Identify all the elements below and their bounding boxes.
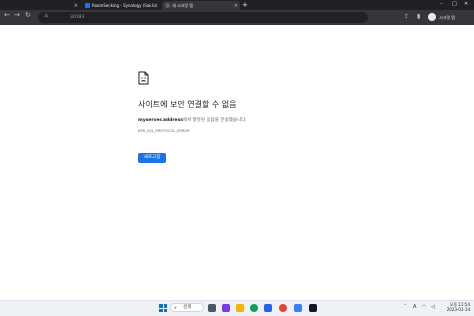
store-icon[interactable]	[264, 304, 272, 312]
volume-icon[interactable]: ◁	[431, 304, 435, 310]
language-indicator[interactable]: A	[413, 304, 416, 310]
close-icon[interactable]: ×	[154, 3, 158, 9]
close-window-icon[interactable]: ✕	[464, 1, 468, 7]
tab-synology[interactable]: RoamSecking - Synology (Sakli... ×	[82, 1, 160, 10]
close-icon[interactable]: ×	[234, 3, 238, 9]
address-bar[interactable]	[38, 12, 368, 23]
forward-icon[interactable]: →	[14, 11, 20, 19]
minimize-icon[interactable]: –	[440, 1, 443, 7]
back-icon[interactable]: ←	[4, 11, 10, 19]
chrome-icon[interactable]	[279, 304, 287, 312]
edge-icon[interactable]	[250, 304, 258, 312]
not-secure-icon[interactable]: ⚠	[44, 13, 48, 19]
error-code: ERR_SSL_PROTOCOL_ERROR	[138, 129, 190, 133]
tab-incognito[interactable]: 새 시크릿 탭 ×	[162, 1, 240, 10]
profile-label[interactable]: 시크릿 탭	[439, 15, 455, 21]
maximize-icon[interactable]: □	[452, 1, 457, 7]
sidebar-icon[interactable]: ▮	[417, 13, 420, 20]
reload-button[interactable]: 새로고침	[138, 153, 166, 163]
new-tab-icon[interactable]: +	[242, 1, 248, 9]
windows-start-icon[interactable]	[159, 304, 167, 312]
error-message: 에서 잘못된 응답을 전송했습니다.	[182, 118, 247, 123]
file-explorer-icon[interactable]	[236, 304, 244, 312]
terminal-icon[interactable]	[309, 304, 317, 312]
clock-date: 2023-03-14	[446, 307, 470, 312]
search-label: 검색	[183, 305, 192, 310]
url-text: 30183	[70, 14, 85, 20]
tab-title: 새 시크릿 탭	[172, 2, 193, 8]
synology-favicon-icon	[85, 3, 90, 8]
search-icon: ⌕	[174, 305, 177, 311]
clock[interactable]: 오후 11:54 2023-03-14	[446, 302, 470, 312]
app-icon[interactable]	[294, 304, 302, 312]
error-host: myserver.address	[138, 118, 183, 123]
tab-title: RoamSecking - Synology (Sakli...	[92, 3, 158, 8]
incognito-icon	[165, 3, 170, 8]
error-title: 사이트에 보안 연결할 수 없음	[138, 100, 237, 109]
wifi-icon[interactable]: ◠	[422, 304, 426, 310]
chat-icon[interactable]	[222, 304, 230, 312]
tray-chevron-icon[interactable]: ˄	[404, 304, 407, 310]
reload-icon[interactable]: ↻	[25, 11, 31, 19]
incognito-avatar[interactable]	[428, 13, 436, 21]
tab-blank[interactable]: ×	[2, 1, 80, 10]
error-description: myserver.address에서 잘못된 응답을 전송했습니다.	[138, 117, 247, 123]
share-icon[interactable]: ⇪	[404, 13, 409, 20]
taskbar-search[interactable]: ⌕ 검색	[170, 303, 204, 312]
close-icon[interactable]: ×	[74, 3, 78, 9]
task-view-icon[interactable]	[208, 304, 216, 312]
sad-page-icon	[138, 71, 149, 85]
